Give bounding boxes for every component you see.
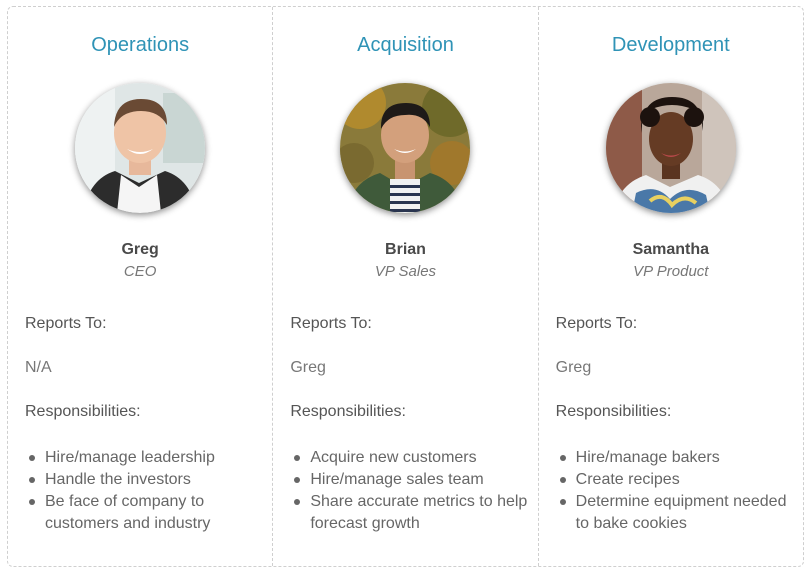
avatar [605, 83, 736, 213]
responsibility-item: Hire/manage leadership [25, 447, 266, 469]
reports-to-label: Reports To: [25, 315, 107, 332]
reports-to-label: Reports To: [290, 315, 372, 332]
responsibility-item: Determine equipment needed to bake cooki… [556, 491, 797, 535]
responsibility-item: Hire/manage bakers [556, 447, 797, 469]
department-title: Acquisition [357, 34, 454, 56]
reports-to-label: Reports To: [555, 315, 638, 332]
department-title: Operations [91, 34, 190, 56]
reports-to-value: Greg [555, 359, 592, 376]
responsibility-item: Hire/manage sales team [290, 469, 531, 491]
responsibility-item: Handle the investors [25, 469, 266, 491]
avatar-photo-samantha [605, 83, 736, 213]
responsibilities-label: Responsibilities: [25, 403, 141, 420]
member-name: Greg [121, 241, 159, 258]
responsibilities-list: Acquire new customers Hire/manage sales … [290, 447, 531, 535]
responsibility-item: Share accurate metrics to help forecast … [290, 491, 531, 535]
responsibilities-label: Responsibilities: [290, 403, 406, 420]
team-column-development: Development Samantha VP Product Reports … [539, 7, 803, 566]
responsibilities-list: Hire/manage leadership Handle the invest… [25, 447, 266, 535]
team-column-operations: Operations Greg CEO Reports To: N/A Resp… [8, 7, 274, 566]
responsibilities-label: Responsibilities: [555, 403, 672, 420]
avatar [340, 83, 471, 213]
reports-to-value: Greg [290, 359, 326, 376]
org-chart-board: Operations Greg CEO Reports To: N/A Resp… [7, 6, 804, 567]
department-title: Development [611, 34, 730, 56]
responsibility-item: Acquire new customers [290, 447, 531, 469]
reports-to-value: N/A [25, 359, 52, 376]
member-role: CEO [123, 263, 157, 280]
responsibility-item: Create recipes [556, 469, 797, 491]
responsibility-item: Be face of company to customers and indu… [25, 491, 266, 535]
team-column-acquisition: Acquisition Brian VP Sales Reports To: G… [273, 7, 539, 566]
member-name: Brian [385, 241, 426, 258]
responsibilities-list: Hire/manage bakers Create recipes Determ… [556, 447, 797, 535]
avatar-photo-brian [340, 83, 471, 213]
member-name: Samantha [632, 241, 710, 258]
member-role: VP Sales [374, 263, 437, 280]
member-role: VP Product [633, 263, 709, 280]
avatar-photo-greg [75, 83, 206, 213]
avatar [75, 83, 206, 213]
